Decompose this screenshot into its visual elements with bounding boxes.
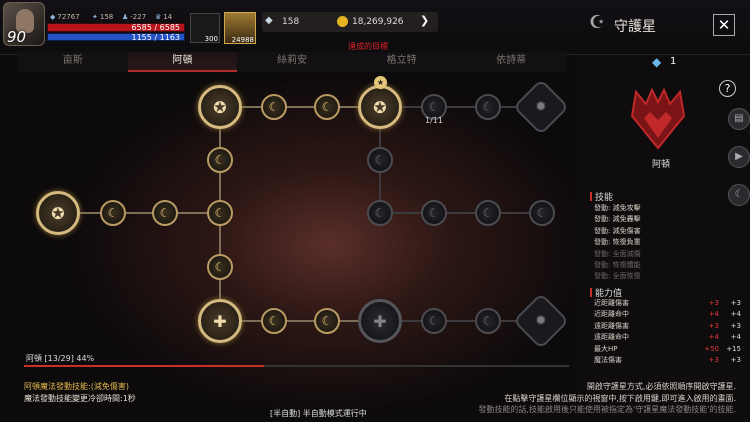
connector [58,212,220,214]
crystal-count: 1 [670,56,677,67]
guardian-tabs: 亩斯 阿頓 絲莉安 格立特 依詩蒂 [18,52,566,72]
skill-item: 發動: 全面恢復 [594,272,641,281]
stat-a: ◆ 72767 [50,13,80,21]
connector [380,212,542,214]
skill-item: 發動: 恢復體能 [594,261,641,270]
star-node[interactable]: ☾ [475,308,501,334]
tab-1[interactable]: 亩斯 [18,52,128,72]
stat-row: 遠距離命中 +4 +4 [594,333,741,342]
star-node[interactable]: ☾ [100,200,126,226]
skill-item: 發動: 全面減傷 [594,249,641,258]
skill-info: 阿頓魔法發動技能:(減免傷害) 魔法發動技能變更冷卻時間:1秒 [24,381,136,404]
guardian-star-icon: ☪ [589,12,606,33]
help-button[interactable]: ? [719,80,736,97]
stat-row: 近距離傷害 +3 +3 [594,299,741,307]
side-button-3[interactable]: ☾ [728,184,750,206]
stat-row: 遠距離傷害 +3 +3 [594,321,741,330]
star-node[interactable]: ☾ [261,94,287,120]
guardian-node-top-left[interactable]: ✪ [198,85,242,129]
side-buttons: ▤ ▶ ☾ [728,108,750,222]
guardian-node-wolf[interactable]: ✪ [358,85,402,129]
help-line: 在點擊守護星欄位顯示的視窗中,按下啟用鍵,即可進入啟用的畫面. [504,393,736,403]
tab-3[interactable]: 絲莉安 [237,52,347,72]
goal-text[interactable]: 達成的目標 [348,41,388,52]
guardian-progress-label: 阿頓 [13/29] 44% [26,354,95,363]
tab-2[interactable]: 阿頓 [127,52,238,72]
tab-4[interactable]: 格立特 [347,52,457,72]
guardian-name: 阿頓 [652,160,671,170]
skill-item: 發動: 減免傷害 [594,226,641,235]
character-level: 90 [7,28,27,46]
side-button-2[interactable]: ▶ [728,146,750,168]
skill-item: 發動: 減免轟擊 [594,215,641,224]
star-node[interactable]: ☾ [475,94,501,120]
stat-row: 魔法傷害 +3 +3 [594,356,741,365]
star-node[interactable]: ☾ [475,200,501,226]
star-node[interactable]: ☾ [367,147,393,173]
skills-list: 發動: 減免攻擊 發動: 減免轟擊 發動: 減免傷害 發動: 恢復負重 發動: … [594,203,641,283]
connector [220,320,380,322]
stats-list: 近距離傷害 +3 +3 近距離命中 +4 +4 遠距離傷害 +3 +3 遠距離命中 +4 +4 … [594,298,744,366]
help-line: 發動技能的話,技能啟用後只能使用被指定為'守護星魔法發動技能'的技能. [478,405,736,414]
side-button-1[interactable]: ▤ [728,108,750,130]
selected-star-icon: ★ [374,76,387,89]
star-node[interactable]: ☾ [207,200,233,226]
mp-bar: 1155 / 1163 [47,33,185,42]
star-node[interactable]: ☾ [261,308,287,334]
star-node[interactable]: ☾ [367,200,393,226]
star-node[interactable]: ☾ [152,200,178,226]
star-node[interactable]: ☾ [314,94,340,120]
gem-icon: ◆ [265,15,273,26]
guardian-node-left[interactable]: ✪ [36,191,80,235]
stat-row: 最大HP +50 +15 [594,344,741,353]
auto-mode-status: [半自動] 半自動模式運行中 [270,409,367,418]
help-text: 開啟守護星方式,必須依照順序開啟守護星. 在點擊守護星欄位顯示的視窗中,按下啟用… [479,381,736,416]
close-button[interactable]: ✕ [713,14,735,36]
tab-5[interactable]: 依詩蒂 [456,52,566,72]
star-node[interactable]: ☾ [207,254,233,280]
crystal-icon: ◆ [652,55,662,69]
hp-bar: 6585 / 6585 [47,23,185,32]
quick-slot-2[interactable]: 24988 [224,12,256,44]
guardian-node-dim[interactable]: ✚ [358,299,402,343]
star-node[interactable]: ☾ [421,200,447,226]
stat-b: ✦ 158 [92,13,114,21]
guardian-emblem-icon [630,87,686,150]
star-node[interactable]: ☾ [421,308,447,334]
guardian-node-cross[interactable]: ✚ [198,299,242,343]
skill-info-line: 阿頓魔法發動技能:(減免傷害) [24,382,129,391]
stat-d: ♛ 14 [155,13,173,21]
skill-info-line: 魔法發動技能變更冷卻時間:1秒 [24,393,136,403]
gold-count: 18,269,926 [352,17,404,27]
skills-header: 技能 [590,190,613,203]
skill-item: 發動: 減免攻擊 [594,204,641,212]
gem-count: 158 [282,17,300,27]
skill-item: 發動: 恢復負重 [594,238,641,247]
currency-expand-arrow-icon[interactable]: ❯ [420,14,429,27]
stat-row: 近距離命中 +4 +4 [594,310,741,319]
quick-slot-1[interactable]: 300 [190,13,220,43]
star-node[interactable]: ☾ [207,147,233,173]
node-progress: 1/11 [425,116,443,125]
progress-fill [24,365,264,367]
help-line: 開啟守護星方式,必須依照順序開啟守護星. [586,382,736,391]
top-hud: 90 ◆ 72767 ✦ 158 ♟ -227 ♛ 14 6585 / 6585 115… [0,0,750,55]
stat-c: ♟ -227 [122,13,147,21]
gold-icon [337,16,348,27]
star-node[interactable]: ☾ [529,200,555,226]
star-node[interactable]: ☾ [314,308,340,334]
window-title: 守護星 [614,19,656,35]
connector [220,106,380,108]
